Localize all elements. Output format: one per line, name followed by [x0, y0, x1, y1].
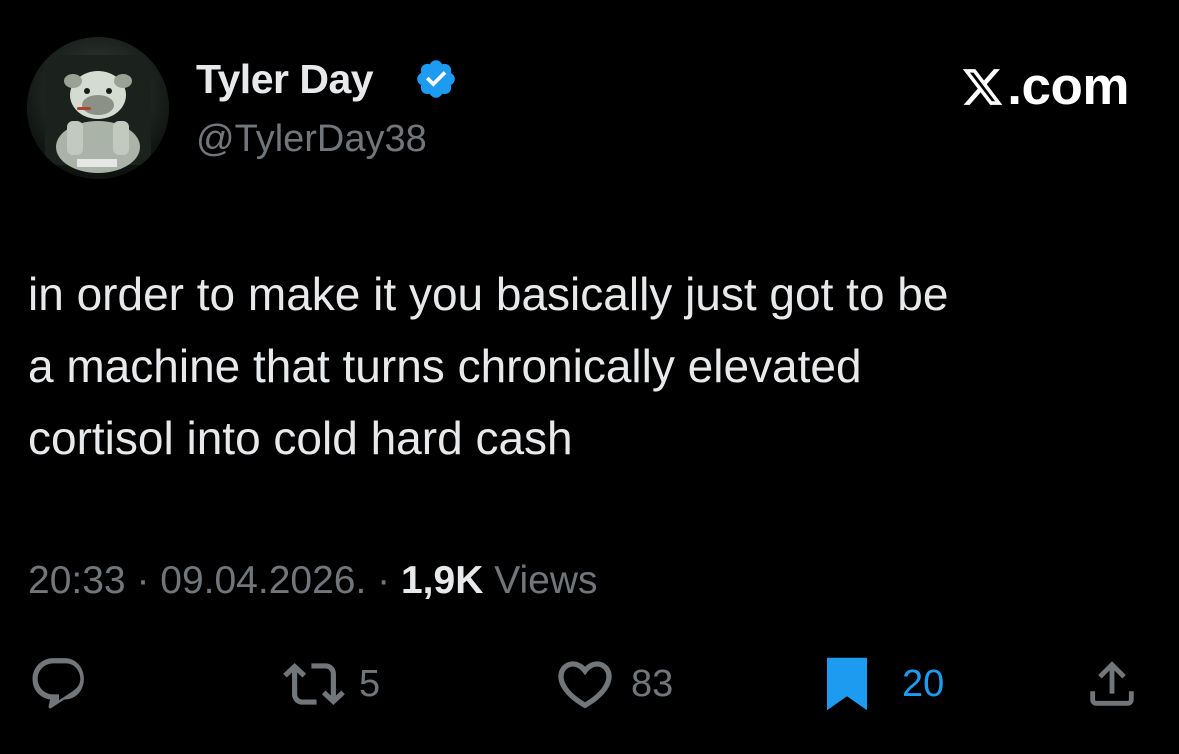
heart-icon	[558, 661, 612, 709]
tweet-time[interactable]: 20:33	[28, 559, 126, 602]
views-label: Views	[483, 559, 598, 602]
like-count: 83	[631, 662, 674, 705]
repost-count: 5	[359, 662, 381, 705]
action-bar: 5 83 20	[0, 652, 1179, 716]
bookmark-icon	[827, 657, 867, 711]
avatar[interactable]	[27, 37, 169, 179]
author-handle[interactable]: @TylerDay38	[196, 115, 427, 163]
share-icon	[1090, 661, 1134, 706]
bulldog-avatar-icon	[27, 37, 169, 179]
brand-logo: .com	[960, 59, 1129, 115]
meta-separator: ·	[125, 559, 161, 602]
repost-icon	[283, 663, 345, 705]
author-display-name[interactable]: Tyler Day	[196, 54, 374, 104]
meta-separator: ·	[366, 559, 401, 602]
tweet-text: in order to make it you basically just g…	[28, 268, 949, 464]
verified-badge-icon	[417, 60, 455, 98]
like-button[interactable]: 83	[553, 652, 673, 716]
bookmark-button[interactable]: 20	[822, 652, 944, 716]
reply-button[interactable]	[28, 652, 90, 716]
views-count: 1,9K	[400, 559, 484, 602]
share-button[interactable]	[1083, 652, 1141, 716]
x-logo-icon	[963, 69, 1003, 105]
repost-button[interactable]: 5	[283, 652, 380, 716]
tweet-metadata: 20:33 · 09.04.2026. · 1,9K Views	[28, 555, 598, 607]
brand-domain-suffix: .com	[1007, 57, 1129, 116]
bookmark-count: 20	[902, 662, 945, 705]
tweet-date[interactable]: 09.04.2026.	[160, 559, 366, 602]
reply-icon	[32, 658, 84, 709]
